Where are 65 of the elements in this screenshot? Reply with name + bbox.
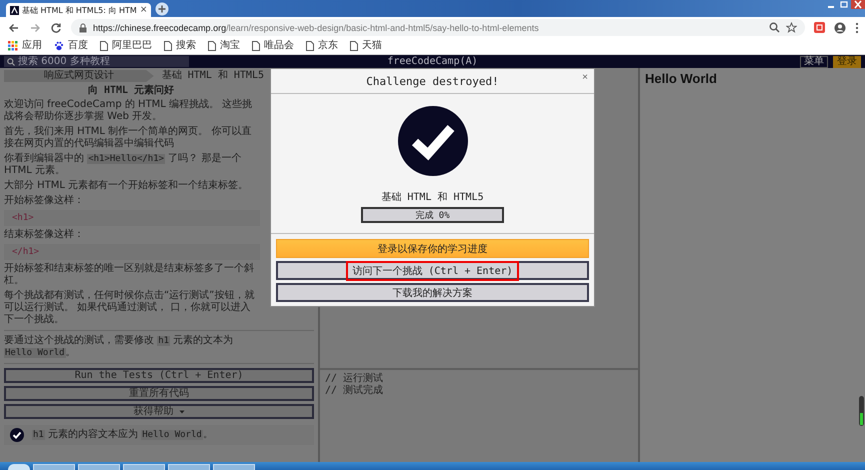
paragraph: 首先，我们来用 HTML 制作一个简单的网页。 你可以直接在网页内置的代码编辑器中编辑代码 bbox=[4, 126, 252, 150]
code-block: <h1> bbox=[4, 210, 260, 226]
page-icon bbox=[100, 41, 108, 51]
paragraph: 欢迎访问 freeCodeCamp 的 HTML 编程挑战。 这些挑战将会帮助你逐步掌握 Web 开发。 bbox=[4, 99, 254, 123]
tab-title: 基础 HTML 和 HTML5: 向 HTM bbox=[22, 4, 137, 16]
caret-icon bbox=[178, 410, 184, 414]
url-text: https://chinese.freecodecamp.org/learn/responsive-web-design/basic-html-and-html5/say-hello-to-html-elements bbox=[93, 22, 540, 32]
page-icon bbox=[208, 41, 216, 51]
zoom-icon[interactable] bbox=[769, 22, 780, 33]
browser-tab[interactable]: 基础 HTML 和 HTML5: 向 HTM × bbox=[6, 3, 152, 17]
sign-in-button[interactable]: 登录以保存你的学习进度 bbox=[276, 239, 589, 258]
page-icon bbox=[350, 41, 358, 51]
bookmark[interactable]: 应用 bbox=[8, 41, 42, 51]
back-icon[interactable] bbox=[8, 22, 20, 34]
scroll-indicator-icon bbox=[859, 396, 864, 426]
bookmark[interactable]: 阿里巴巴 bbox=[100, 41, 152, 51]
menu-button[interactable]: 菜单 bbox=[800, 56, 828, 68]
dialog-title: Challenge destroyed! bbox=[366, 74, 499, 88]
sign-in-button[interactable]: 登录 bbox=[833, 56, 861, 68]
paragraph: 开始标签像这样： bbox=[4, 195, 85, 207]
bookmark[interactable]: 百度 bbox=[54, 41, 88, 51]
menu-icon[interactable] bbox=[855, 22, 859, 34]
search-field[interactable]: 搜索 6000 多种教程 bbox=[4, 56, 189, 67]
extension-icon[interactable] bbox=[814, 22, 825, 33]
search-icon bbox=[7, 58, 15, 66]
star-icon[interactable] bbox=[786, 22, 797, 33]
site-logo[interactable]: freeCodeCamp(A) bbox=[387, 55, 478, 68]
check-circle-icon bbox=[398, 106, 468, 176]
bookmark[interactable]: 京东 bbox=[306, 41, 338, 51]
bookmark[interactable]: 搜索 bbox=[164, 41, 196, 51]
dialog-button[interactable]: 访问下一个挑战 (Ctrl + Enter) bbox=[276, 261, 589, 280]
bookmark[interactable]: 淘宝 bbox=[208, 41, 240, 51]
paw-icon bbox=[54, 41, 64, 51]
bookmark[interactable]: 天猫 bbox=[350, 41, 382, 51]
paragraph: 开始标签和结束标签的唯一区别就是结束标签多了一个斜杠。 bbox=[4, 263, 255, 287]
forward-icon[interactable] bbox=[29, 22, 41, 34]
lesson-title: 向 HTML 元素问好 bbox=[86, 85, 176, 97]
apps-grid-icon bbox=[8, 41, 18, 51]
page-icon bbox=[164, 41, 172, 51]
console-line: // 运行测试 bbox=[325, 373, 384, 384]
page-icon bbox=[252, 41, 260, 51]
test-description: h1 元素的内容文本应为 Hello World。 bbox=[32, 429, 213, 441]
fcc-logo-icon bbox=[10, 6, 19, 14]
reload-icon[interactable] bbox=[50, 22, 62, 34]
bookmark[interactable]: 唯品会 bbox=[252, 41, 294, 51]
paragraph: 每个挑战都有测试，任何时候你点击“运行测试”按钮，就可以运行测试。 如果代码通过测试， 口，你就可以进入下一个挑战。 bbox=[4, 290, 256, 326]
block-title: 基础 HTML 和 HTML5 bbox=[381, 190, 484, 204]
close-icon[interactable] bbox=[851, 0, 865, 9]
code-block: </h1> bbox=[4, 244, 260, 260]
restore-icon[interactable] bbox=[838, 0, 850, 9]
paragraph: 要通过这个挑战的测试，需要修改 h1 元素的文本为 Hello World。 bbox=[4, 335, 234, 359]
preview-heading: Hello World bbox=[645, 71, 717, 86]
page-icon bbox=[306, 41, 314, 51]
profile-icon[interactable] bbox=[834, 22, 846, 34]
close-button[interactable]: × bbox=[582, 73, 588, 83]
new-tab-button[interactable] bbox=[155, 2, 170, 16]
address-bar[interactable]: https://chinese.freecodecamp.org/learn/responsive-web-design/basic-html-and-html5/say-hello-to-html-elements bbox=[71, 19, 805, 36]
start-button[interactable] bbox=[8, 464, 30, 470]
console-line: // 测试完成 bbox=[325, 385, 384, 397]
close-tab-button[interactable]: × bbox=[140, 6, 148, 14]
dialog-button[interactable]: 下载我的解决方案 bbox=[276, 283, 589, 302]
paragraph: 结束标签像这样： bbox=[4, 229, 85, 241]
progress-label: 完成 0% bbox=[415, 210, 450, 222]
lock-icon bbox=[79, 22, 87, 32]
paragraph: 大部分 HTML 元素都有一个开始标签和一个结束标签。 bbox=[4, 180, 250, 192]
